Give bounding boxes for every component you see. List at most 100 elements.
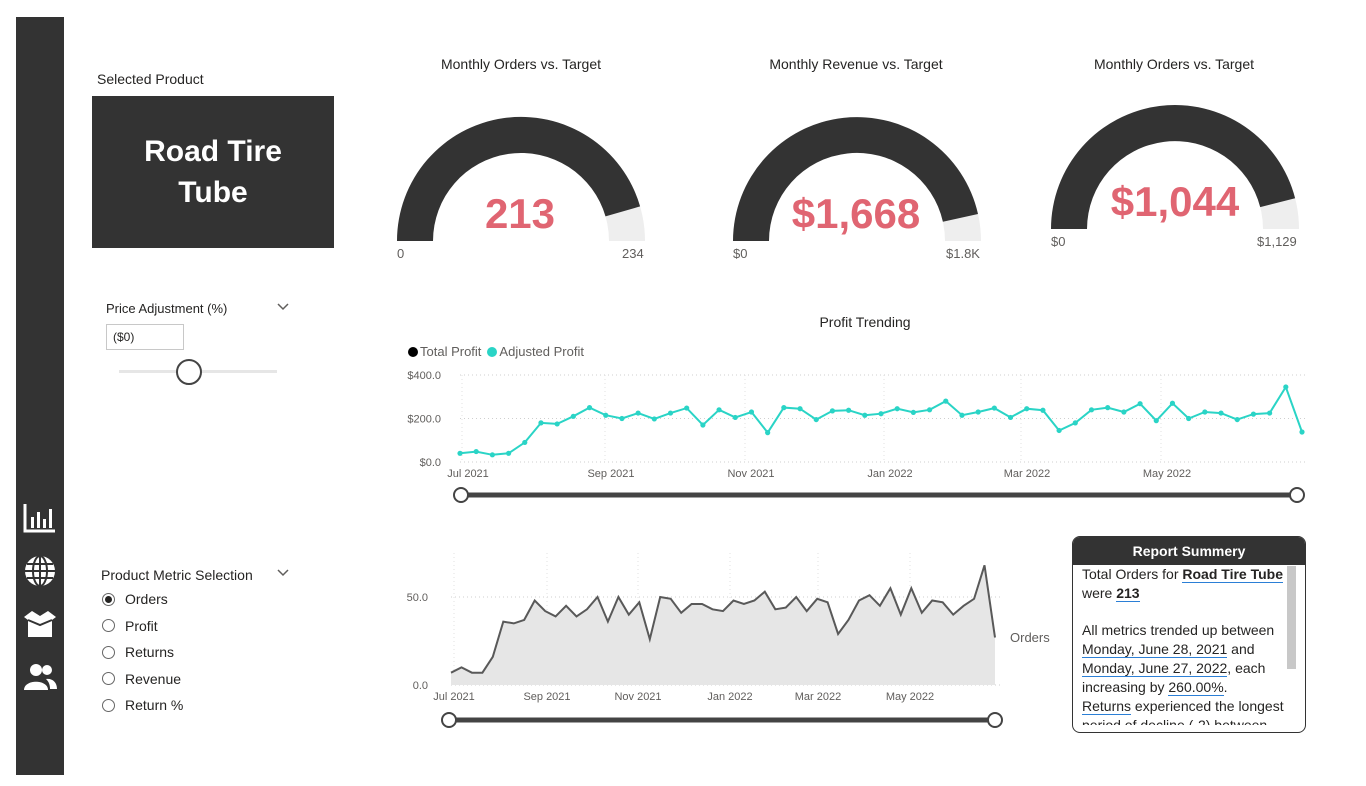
data-point (926, 407, 933, 413)
x-tick-label: Jul 2021 (447, 468, 489, 480)
data-point (975, 409, 981, 415)
data-point (1218, 410, 1224, 416)
data-point (765, 430, 771, 436)
data-point (1299, 429, 1305, 435)
profit-chart-title: Profit Trending (819, 314, 911, 330)
radio-label: Return % (125, 697, 184, 713)
data-point (1153, 418, 1159, 424)
gauge-value: 213 (484, 190, 556, 237)
selected-product-value: Road Tire Tube (144, 135, 282, 209)
selected-product-card: Road Tire Tube (92, 96, 334, 248)
x-tick-label: Nov 2021 (614, 691, 661, 703)
x-tick-label: Jan 2022 (867, 468, 912, 480)
data-point (1283, 384, 1289, 390)
orders-area-chart[interactable]: 50.0 0.0 Jul 2021 Sep 2021 Nov 2021 Jan 2022 M… (400, 548, 1060, 733)
radio-button[interactable] (102, 592, 115, 606)
profit-trending-chart[interactable]: $400.0 $200.0 $0.0 Jul 2021 Sep 2021 Nov 2021… (400, 364, 1320, 509)
metric-option-return-pct[interactable]: Return % (102, 695, 262, 715)
summary-text: All metrics trended up between (1082, 622, 1275, 638)
data-point (667, 410, 674, 416)
data-point (1007, 414, 1014, 421)
summary-product: Road Tire Tube (1182, 566, 1283, 583)
users-icon[interactable] (22, 659, 58, 695)
data-point (894, 406, 900, 412)
report-summary-body: Total Orders for Road Tire Tube were 213 … (1082, 565, 1288, 725)
radio-label: Returns (125, 644, 175, 660)
data-point (813, 416, 819, 423)
profit-legend: Total Profit Adjusted Profit (408, 344, 584, 359)
summary-value: 213 (1116, 585, 1140, 602)
data-point (1105, 405, 1111, 411)
data-point (732, 414, 738, 421)
metric-option-profit[interactable]: Profit (102, 616, 262, 636)
summary-text: were (1082, 585, 1117, 601)
data-point (716, 407, 722, 413)
metric-selection-title: Product Metric Selection (101, 567, 253, 583)
data-point (489, 452, 495, 458)
nav-rail (16, 17, 64, 775)
data-point (846, 407, 852, 413)
data-point (603, 412, 609, 418)
gauge-min: $0 (1051, 234, 1066, 249)
data-point (1234, 416, 1240, 423)
summary-scrollbar[interactable] (1287, 566, 1296, 669)
data-point (797, 406, 803, 412)
data-point (878, 411, 884, 417)
x-tick-label: May 2022 (886, 691, 934, 703)
data-point (1186, 415, 1192, 422)
data-point (1024, 406, 1030, 412)
metric-option-returns[interactable]: Returns (102, 642, 262, 662)
gauge-max: 234 (622, 246, 644, 261)
x-tick-label: Sep 2021 (587, 468, 634, 480)
radio-label: Orders (125, 591, 168, 607)
x-tick-label: Sep 2021 (523, 691, 570, 703)
price-adjustment-input[interactable]: ($0) (106, 324, 184, 350)
data-point (781, 405, 787, 411)
y-tick-label: 0.0 (413, 680, 428, 692)
legend-dot-total (408, 346, 418, 357)
report-summary-title: Report Summery (1073, 537, 1305, 565)
globe-icon[interactable] (22, 553, 58, 589)
selected-product-label: Selected Product (97, 71, 204, 87)
price-adjustment-title: Price Adjustment (%) (106, 301, 228, 316)
data-point (748, 409, 755, 415)
data-point (1088, 407, 1095, 413)
gauge-max: $1,129 (1257, 234, 1297, 249)
bar-chart-icon[interactable] (22, 500, 58, 536)
data-point (538, 420, 544, 426)
price-slider-handle[interactable] (175, 359, 202, 385)
summary-metric: Returns (1082, 698, 1132, 715)
data-point (700, 422, 706, 428)
report-summary-card: Report Summery Total Orders for Road Tir… (1072, 536, 1306, 733)
package-icon[interactable] (22, 606, 58, 642)
y-tick-label: $0.0 (420, 457, 441, 469)
chevron-down-icon[interactable] (276, 300, 290, 314)
gauge-min: 0 (397, 246, 405, 261)
x-tick-label: May 2022 (1143, 468, 1191, 480)
radio-button[interactable] (102, 698, 115, 712)
data-point (619, 415, 625, 422)
data-point (505, 450, 512, 456)
gauge-max: $1.8K (946, 246, 980, 261)
data-point (473, 448, 479, 455)
data-point (1267, 410, 1273, 416)
data-point (586, 405, 593, 411)
data-point (554, 421, 560, 427)
radio-button[interactable] (102, 619, 115, 632)
data-point (1202, 409, 1208, 415)
chevron-down-icon[interactable] (276, 566, 290, 580)
data-point (862, 412, 868, 418)
data-point (570, 413, 576, 419)
radio-button[interactable] (102, 672, 115, 685)
metric-option-orders[interactable]: Orders (102, 589, 262, 609)
range-handle-start (453, 487, 469, 503)
gauge-title: Monthly Orders vs. Target (440, 56, 602, 72)
range-handle-end (987, 712, 1003, 728)
radio-button[interactable] (102, 645, 115, 659)
summary-date-start: Monday, June 28, 2021 (1082, 641, 1228, 658)
data-point (1056, 427, 1062, 434)
metric-option-revenue[interactable]: Revenue (102, 669, 262, 689)
gauge-value: $1,044 (1110, 178, 1240, 225)
summary-text: and (1227, 641, 1255, 657)
metric-radio-group: Orders Profit Returns Revenue Return % (102, 589, 262, 715)
